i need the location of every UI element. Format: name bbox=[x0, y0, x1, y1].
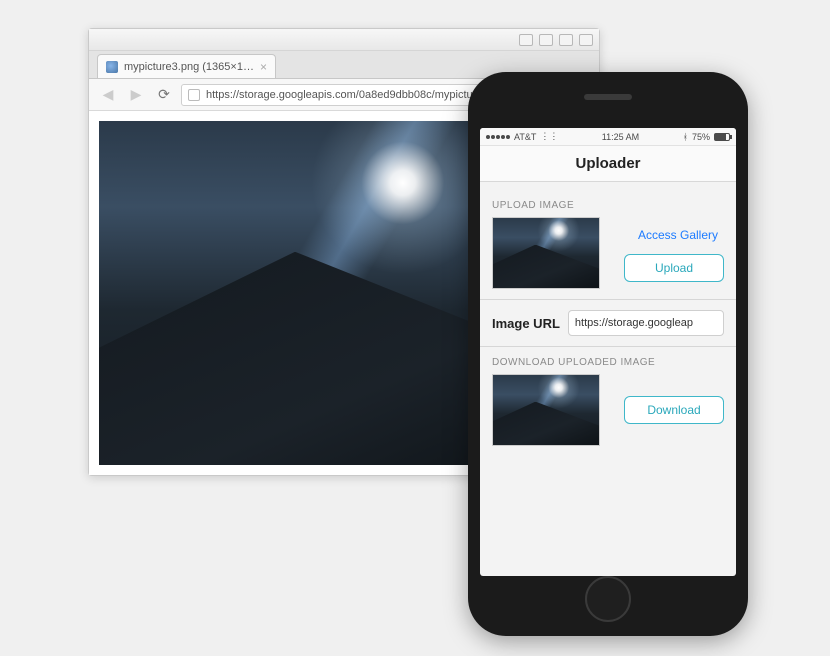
screen-content: UPLOAD IMAGE Access Gallery Upload Image… bbox=[480, 182, 736, 576]
reload-button[interactable]: ⟳ bbox=[153, 84, 175, 106]
divider bbox=[480, 346, 736, 347]
upload-thumbnail bbox=[492, 217, 600, 289]
window-close-button[interactable] bbox=[579, 34, 593, 46]
download-thumbnail bbox=[492, 374, 600, 446]
image-url-field[interactable] bbox=[568, 310, 724, 336]
signal-icon bbox=[486, 135, 510, 139]
status-bar: AT&T ⋮⋮ 11:25 AM ᚼ 75% bbox=[480, 128, 736, 146]
nav-bar: Uploader bbox=[480, 146, 736, 182]
site-info-icon[interactable] bbox=[188, 89, 200, 101]
carrier-label: AT&T bbox=[514, 132, 536, 142]
window-maximize-button[interactable] bbox=[539, 34, 553, 46]
phone-frame: AT&T ⋮⋮ 11:25 AM ᚼ 75% Uploader UPLOAD I… bbox=[468, 72, 748, 636]
upload-section-label: UPLOAD IMAGE bbox=[492, 200, 724, 211]
nav-forward-button[interactable]: ▶ bbox=[125, 84, 147, 106]
upload-row: Access Gallery Upload bbox=[492, 217, 724, 289]
bluetooth-icon: ᚼ bbox=[683, 132, 688, 142]
image-url-row: Image URL bbox=[492, 310, 724, 336]
favicon-icon bbox=[106, 61, 118, 73]
phone-screen: AT&T ⋮⋮ 11:25 AM ᚼ 75% Uploader UPLOAD I… bbox=[480, 128, 736, 576]
window-minimize-button[interactable] bbox=[519, 34, 533, 46]
browser-tab[interactable]: mypicture3.png (1365×1… × bbox=[97, 54, 276, 78]
nav-back-button[interactable]: ◀ bbox=[97, 84, 119, 106]
battery-percent: 75% bbox=[692, 132, 710, 142]
divider bbox=[480, 299, 736, 300]
wifi-icon: ⋮⋮ bbox=[540, 131, 558, 142]
window-restore-button[interactable] bbox=[559, 34, 573, 46]
download-row: Download bbox=[492, 374, 724, 446]
window-controls bbox=[89, 29, 599, 51]
image-url-label: Image URL bbox=[492, 316, 560, 331]
download-section-label: DOWNLOAD UPLOADED IMAGE bbox=[492, 357, 724, 368]
battery-icon bbox=[714, 133, 730, 141]
download-button[interactable]: Download bbox=[624, 396, 724, 424]
access-gallery-link[interactable]: Access Gallery bbox=[632, 224, 724, 246]
tab-title: mypicture3.png (1365×1… bbox=[124, 61, 254, 73]
tab-close-icon[interactable]: × bbox=[260, 60, 267, 74]
screen-title: Uploader bbox=[575, 155, 640, 172]
upload-button[interactable]: Upload bbox=[624, 254, 724, 282]
clock: 11:25 AM bbox=[602, 132, 639, 142]
